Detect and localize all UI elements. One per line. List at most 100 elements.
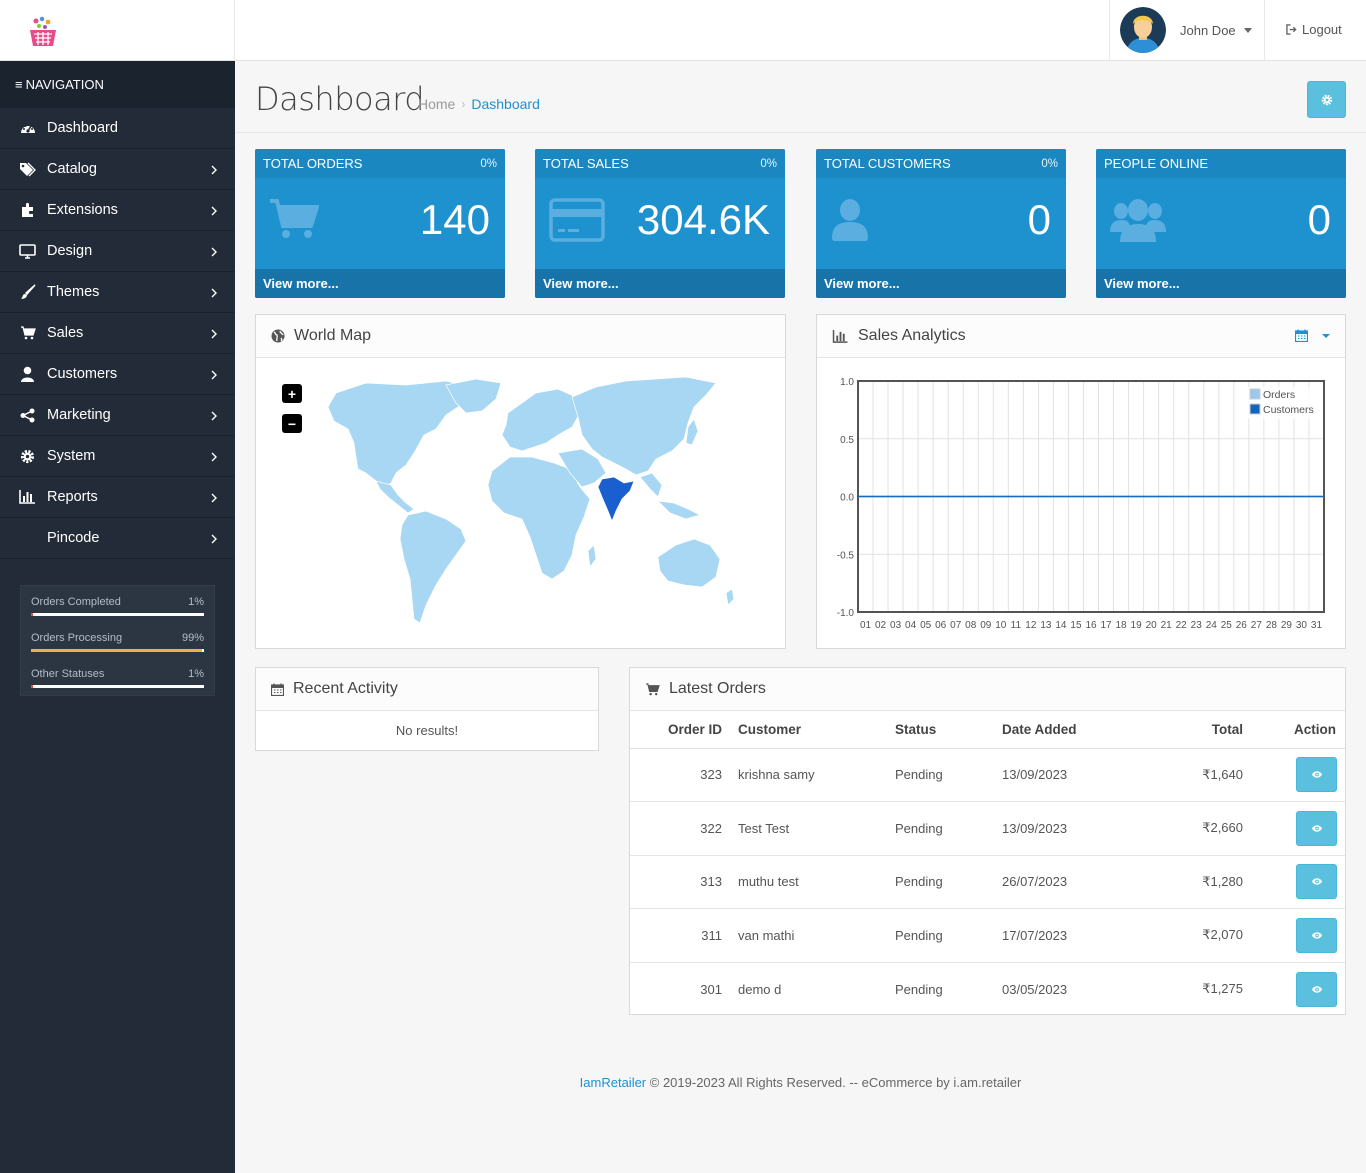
x-tick-label: 22 [1176, 620, 1188, 631]
tile-title: TOTAL CUSTOMERS [824, 156, 951, 171]
panel-title: Sales Analytics [858, 327, 966, 344]
tile-value: 0 [1307, 196, 1331, 243]
avatar [1120, 7, 1166, 53]
sidebar-item-extensions[interactable]: Extensions [0, 190, 235, 231]
sidebar-item-themes[interactable]: Themes [0, 272, 235, 313]
status-label: Orders Completed [31, 596, 121, 608]
view-more-link[interactable]: View more... [1096, 269, 1346, 298]
logout-label: Logout [1302, 22, 1342, 37]
x-tick-label: 19 [1131, 620, 1143, 631]
panel-heading: Latest Orders [630, 668, 1345, 711]
column-header[interactable]: Date Added [1002, 712, 1137, 749]
footer: IamRetailer © 2019-2023 All Rights Reser… [235, 1075, 1366, 1090]
customer-name: van mathi [738, 908, 895, 963]
order-total: ₹1,280 [1137, 855, 1243, 909]
tile-body: 140 [255, 178, 505, 269]
gear-icon [1321, 94, 1332, 105]
recent-activity-panel: Recent Activity No results! [255, 667, 599, 751]
calendar-icon [271, 683, 284, 696]
tile-value: 0 [1027, 196, 1051, 243]
orders-table: Order ID Customer Status Date Added Tota… [630, 712, 1345, 1016]
sidebar-item-system[interactable]: System [0, 436, 235, 477]
logo-area [0, 0, 235, 61]
customer-name: krishna samy [738, 748, 895, 802]
date-range-dropdown[interactable] [1295, 329, 1330, 342]
column-header[interactable]: Total [1137, 712, 1243, 749]
table-row: 301 demo d Pending 03/05/2023 ₹1,275 [630, 962, 1345, 1016]
chevron-right-icon [211, 204, 217, 220]
view-order-button[interactable] [1296, 810, 1337, 846]
column-header[interactable]: Status [895, 712, 1002, 749]
column-header[interactable]: Order ID [630, 712, 738, 749]
sidebar-item-marketing[interactable]: Marketing [0, 395, 235, 436]
x-tick-label: 31 [1311, 620, 1323, 631]
status-label: Other Statuses [31, 668, 105, 680]
x-tick-label: 05 [920, 620, 932, 631]
sidebar-item-dashboard[interactable]: Dashboard [0, 108, 235, 149]
tile-total-orders: TOTAL ORDERS 0% 140 View more... [255, 149, 505, 298]
eye-icon [1311, 825, 1322, 832]
order-total: ₹2,660 [1137, 801, 1243, 856]
calendar-icon [1295, 329, 1308, 342]
gear-icon [19, 448, 36, 465]
sidebar-item-label: Catalog [47, 161, 97, 177]
order-id: 313 [630, 855, 738, 909]
order-status: Pending [895, 748, 1002, 802]
footer-brand-link[interactable]: IamRetailer [580, 1075, 646, 1090]
indonesia-shape [657, 500, 701, 520]
panel-heading: Recent Activity [256, 668, 598, 711]
tile-total-sales: TOTAL SALES 0% 304.6K View more... [535, 149, 785, 298]
breadcrumb-home[interactable]: Home [418, 96, 455, 112]
column-header: Action [1243, 712, 1345, 749]
status-row: Orders Processing 99% [31, 632, 204, 646]
sidebar-item-label: Reports [47, 489, 98, 505]
brush-icon [19, 284, 36, 301]
tile-title: TOTAL SALES [543, 156, 629, 171]
view-more-link[interactable]: View more... [816, 269, 1066, 298]
tile-body: 0 [1096, 178, 1346, 269]
y-tick-label: -1.0 [837, 608, 855, 619]
sidebar-item-reports[interactable]: Reports [0, 477, 235, 518]
world-map[interactable] [296, 373, 756, 628]
order-id: 301 [700, 981, 722, 997]
logout-link[interactable]: Logout [1286, 22, 1342, 37]
settings-button[interactable] [1307, 81, 1346, 118]
sales-line-chart: 1.00.50.0-0.5-1.001 02 03 04 05 06 07 08 09 10 11 1… [837, 377, 1325, 631]
x-tick-label: 13 [1040, 620, 1052, 631]
progress-fill [31, 613, 33, 616]
column-header[interactable]: Customer [738, 712, 895, 749]
view-order-button[interactable] [1296, 864, 1337, 900]
order-status-summary: Orders Completed 1% Orders Processing 99… [20, 585, 215, 696]
breadcrumb-current[interactable]: Dashboard [471, 96, 540, 112]
user-icon [19, 366, 36, 383]
eye-icon [1311, 932, 1322, 939]
sidebar-item-label: Design [47, 243, 93, 259]
date-added: 13/09/2023 [1002, 748, 1137, 802]
sidebar-item-label: Pincode [47, 530, 100, 546]
sidebar-item-label: Extensions [47, 202, 118, 218]
view-order-button[interactable] [1296, 917, 1337, 953]
status-progress-bar [31, 649, 204, 652]
cart-icon [19, 325, 36, 342]
breadcrumb-separator-icon: › [461, 97, 466, 111]
sidebar-item-catalog[interactable]: Catalog [0, 149, 235, 190]
view-order-button[interactable] [1296, 757, 1337, 793]
x-tick-label: 15 [1070, 620, 1082, 631]
view-more-link[interactable]: View more... [535, 269, 785, 298]
basket-logo-icon[interactable] [27, 16, 59, 50]
date-added: 26/07/2023 [1002, 855, 1137, 909]
sidebar-item-design[interactable]: Design [0, 231, 235, 272]
x-tick-label: 04 [905, 620, 917, 631]
sidebar-item-customers[interactable]: Customers [0, 354, 235, 395]
order-status: Pending [895, 908, 1002, 963]
view-order-button[interactable] [1296, 971, 1337, 1007]
sidebar-item-label: Marketing [47, 407, 111, 423]
user-name: John Doe [1180, 22, 1236, 38]
india-highlight-shape[interactable] [597, 476, 635, 522]
view-more-link[interactable]: View more... [255, 269, 505, 298]
x-tick-label: 10 [995, 620, 1007, 631]
x-tick-label: 28 [1266, 620, 1278, 631]
sidebar-item-pincode[interactable]: Pincode [0, 518, 235, 559]
user-menu[interactable]: John Doe [1109, 0, 1265, 60]
sidebar-item-sales[interactable]: Sales [0, 313, 235, 354]
